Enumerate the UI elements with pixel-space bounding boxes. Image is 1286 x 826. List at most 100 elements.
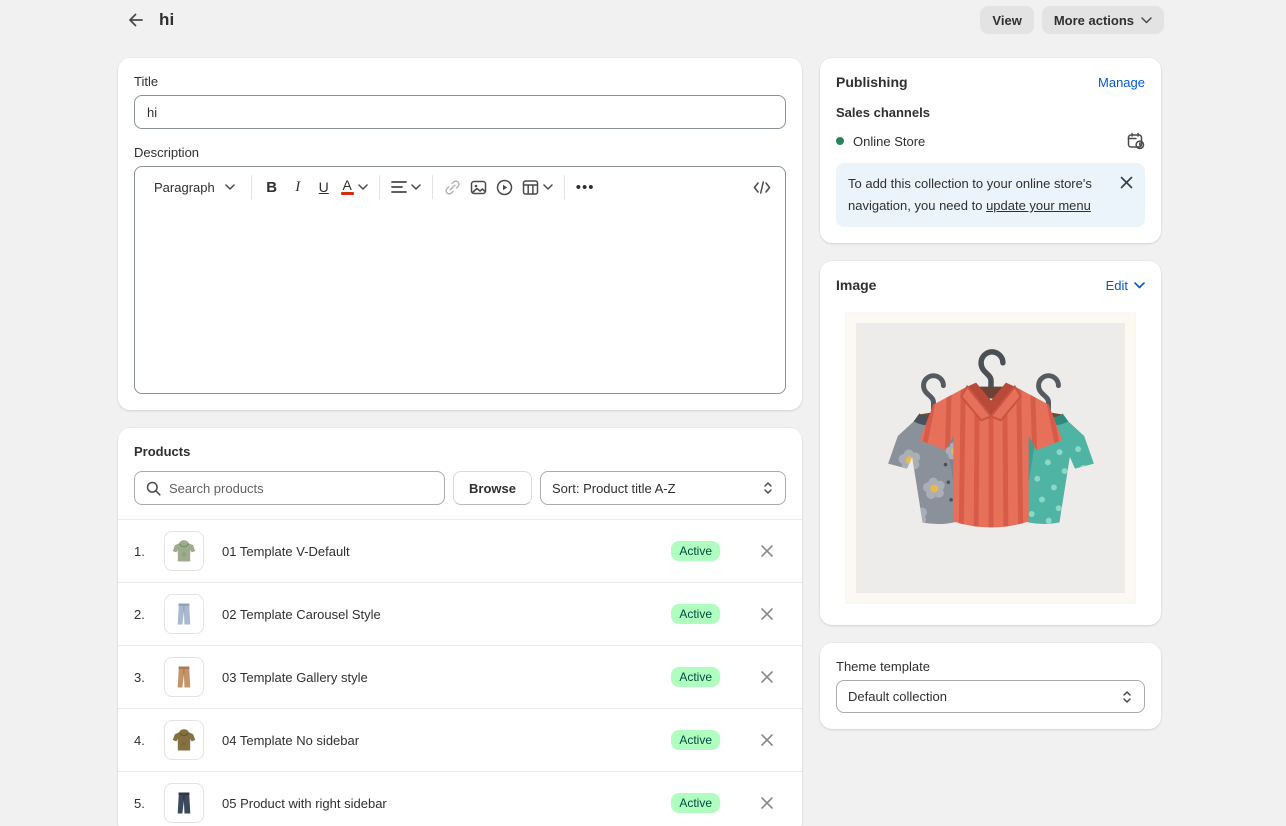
sort-dropdown-label: Sort: Product title A-Z <box>552 481 676 496</box>
toolbar-divider <box>564 175 565 199</box>
back-button[interactable] <box>122 6 150 34</box>
publishing-card: Publishing Manage Sales channels Online … <box>820 58 1161 243</box>
banner-close-button[interactable] <box>1120 173 1133 217</box>
product-thumbnail <box>164 531 204 571</box>
product-index: 5. <box>134 796 164 811</box>
remove-product-button[interactable] <box>760 733 774 747</box>
product-row: 2. 02 Template Carousel Style Active <box>118 583 802 646</box>
page-header: hi View More actions <box>0 0 1286 40</box>
theme-template-select[interactable]: Default collection <box>836 680 1145 713</box>
edit-image-dropdown[interactable]: Edit <box>1106 278 1145 293</box>
more-actions-button[interactable]: More actions <box>1042 6 1164 34</box>
search-icon <box>146 481 161 496</box>
product-status-badge: Active <box>671 541 720 561</box>
insert-video-button[interactable] <box>492 173 518 201</box>
paragraph-style-dropdown[interactable]: Paragraph <box>145 173 244 201</box>
product-index: 4. <box>134 733 164 748</box>
remove-product-button[interactable] <box>760 607 774 621</box>
image-icon <box>470 179 487 196</box>
product-title[interactable]: 03 Template Gallery style <box>222 670 671 685</box>
chevron-down-icon <box>1134 282 1145 289</box>
product-list: 1. 01 Template V-Default Active 2. 02 Te… <box>118 519 802 826</box>
page-title: hi <box>159 10 174 30</box>
update-menu-link[interactable]: update your menu <box>986 198 1091 213</box>
link-button[interactable] <box>440 173 466 201</box>
toolbar-divider <box>251 175 252 199</box>
video-play-icon <box>496 179 513 196</box>
search-products-input[interactable]: Search products <box>134 471 445 505</box>
description-label: Description <box>134 145 786 160</box>
close-icon <box>760 733 774 747</box>
publishing-heading: Publishing <box>836 74 908 90</box>
updown-caret-icon <box>1121 690 1133 704</box>
product-title[interactable]: 01 Template V-Default <box>222 544 671 559</box>
edit-link: Edit <box>1106 278 1128 293</box>
description-textarea[interactable] <box>135 207 785 393</box>
paragraph-label: Paragraph <box>154 180 215 195</box>
italic-button[interactable]: I <box>285 173 311 201</box>
close-icon <box>760 796 774 810</box>
title-input[interactable] <box>134 95 786 129</box>
product-thumbnail <box>164 720 204 760</box>
description-editor: Paragraph B I U A <box>134 166 786 394</box>
title-label: Title <box>134 74 786 89</box>
view-button[interactable]: View <box>980 6 1033 34</box>
editor-toolbar: Paragraph B I U A <box>135 167 785 207</box>
chevron-down-icon <box>358 184 368 190</box>
info-banner: To add this collection to your online st… <box>836 163 1145 227</box>
more-actions-label: More actions <box>1054 13 1134 28</box>
search-placeholder: Search products <box>169 481 264 496</box>
theme-template-label: Theme template <box>836 659 1145 674</box>
product-title[interactable]: 02 Template Carousel Style <box>222 607 671 622</box>
product-title[interactable]: 05 Product with right sidebar <box>222 796 671 811</box>
products-controls: Search products Browse Sort: Product tit… <box>118 471 802 505</box>
manage-link[interactable]: Manage <box>1098 75 1145 90</box>
banner-text: To add this collection to your online st… <box>848 173 1112 217</box>
insert-image-button[interactable] <box>466 173 492 201</box>
text-color-button[interactable]: A <box>337 173 372 201</box>
view-button-label: View <box>992 13 1021 28</box>
shirts-illustration <box>872 339 1110 577</box>
collection-image-canvas <box>856 323 1125 593</box>
show-html-button[interactable] <box>749 173 775 201</box>
image-card: Image Edit <box>820 261 1161 625</box>
chevron-down-icon <box>1141 17 1152 24</box>
header-actions: View More actions <box>980 6 1164 34</box>
toolbar-divider <box>379 175 380 199</box>
main-column: Title Description Paragraph B I <box>118 58 802 826</box>
chevron-down-icon <box>411 184 421 190</box>
channel-status-dot <box>836 137 844 145</box>
bold-button[interactable]: B <box>259 173 285 201</box>
product-thumbnail <box>164 594 204 634</box>
product-row: 4. 04 Template No sidebar Active <box>118 709 802 772</box>
product-status-badge: Active <box>671 604 720 624</box>
schedule-calendar-icon[interactable] <box>1127 132 1145 150</box>
sales-channels-label: Sales channels <box>836 105 1145 120</box>
theme-template-card: Theme template Default collection <box>820 643 1161 729</box>
link-icon <box>444 179 461 196</box>
close-icon <box>760 544 774 558</box>
more-formatting-button[interactable]: ••• <box>572 173 599 201</box>
close-icon <box>760 607 774 621</box>
product-title[interactable]: 04 Template No sidebar <box>222 733 671 748</box>
chevron-down-icon <box>543 184 553 190</box>
chevron-down-icon <box>225 184 235 190</box>
product-index: 3. <box>134 670 164 685</box>
alignment-button[interactable] <box>387 173 425 201</box>
arrow-left-icon <box>126 10 146 30</box>
sort-dropdown[interactable]: Sort: Product title A-Z <box>540 471 786 505</box>
collection-image[interactable] <box>846 313 1135 603</box>
browse-button[interactable]: Browse <box>453 471 532 505</box>
underline-button[interactable]: U <box>311 173 337 201</box>
insert-table-button[interactable] <box>518 173 557 201</box>
remove-product-button[interactable] <box>760 544 774 558</box>
product-status-badge: Active <box>671 667 720 687</box>
updown-caret-icon <box>762 481 774 495</box>
remove-product-button[interactable] <box>760 796 774 810</box>
align-left-icon <box>391 180 407 194</box>
close-icon <box>760 670 774 684</box>
product-index: 2. <box>134 607 164 622</box>
product-status-badge: Active <box>671 793 720 813</box>
table-icon <box>522 179 539 196</box>
remove-product-button[interactable] <box>760 670 774 684</box>
